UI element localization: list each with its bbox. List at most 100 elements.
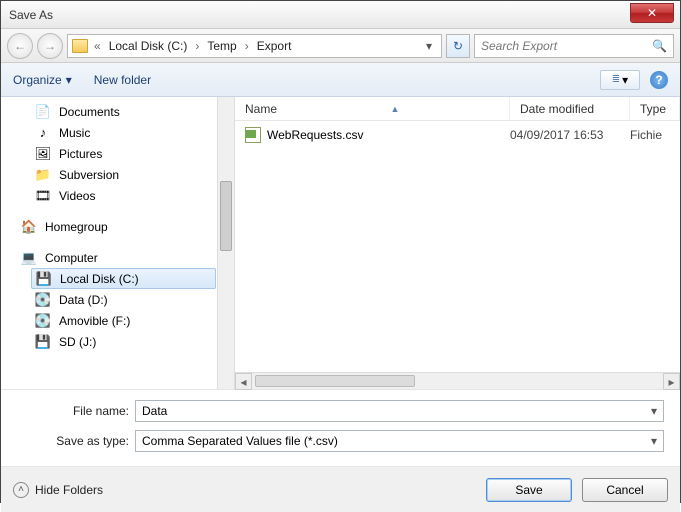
tree-item-label: Computer (45, 251, 98, 265)
main-area: 📄Documents ♪ Music 🖼 Pictures 📁 Subversion 🎞 Vid… (1, 97, 680, 389)
tree-item-icon: 💾 (35, 334, 51, 350)
breadcrumb-dropdown[interactable]: ▾ (421, 39, 437, 53)
tree-item-icon: 🖼 (35, 146, 51, 162)
tree-scrollbar[interactable] (217, 97, 234, 389)
column-date-label: Date modified (520, 102, 594, 116)
new-folder-button[interactable]: New folder (94, 73, 151, 87)
cancel-button[interactable]: Cancel (582, 478, 668, 502)
column-name-label: Name (245, 102, 277, 116)
new-folder-label: New folder (94, 73, 151, 87)
column-type-label: Type (640, 102, 666, 116)
title-bar: Save As ✕ (1, 1, 680, 29)
file-type: Fichie (630, 128, 680, 142)
tree-item[interactable]: 💾 SD (J:) (1, 331, 234, 352)
cancel-label: Cancel (606, 483, 643, 497)
tree-item[interactable]: 💻Computer (1, 247, 234, 268)
nav-bar: ← → « Local Disk (C:) › Temp › Export ▾ … (1, 29, 680, 63)
tree-item-label: Local Disk (C:) (60, 272, 139, 286)
search-placeholder: Search Export (481, 39, 557, 53)
chevron-up-icon: ˄ (13, 482, 29, 498)
tree-item[interactable]: 📁 Subversion (1, 164, 234, 185)
organize-label: Organize (13, 73, 62, 87)
tree-item-icon: 💽 (35, 313, 51, 329)
view-options-button[interactable]: ≣ ▾ (600, 70, 640, 90)
tree-item[interactable]: 💾 Local Disk (C:) (31, 268, 216, 289)
save-button[interactable]: Save (486, 478, 572, 502)
tree-item[interactable]: 🖼 Pictures (1, 143, 234, 164)
tree-item[interactable]: 📄Documents (1, 101, 234, 122)
toolbar: Organize ▾ New folder ≣ ▾ ? (1, 63, 680, 97)
refresh-icon: ↻ (453, 39, 463, 53)
back-button[interactable]: ← (7, 33, 33, 59)
tree-item[interactable]: 🏠 Homegroup (1, 216, 234, 237)
csv-file-icon (245, 127, 261, 143)
forward-icon: → (44, 39, 56, 53)
tree-item-label: Pictures (59, 147, 102, 161)
horizontal-scrollbar[interactable]: ◂ ▸ (235, 372, 680, 389)
column-type[interactable]: Type (630, 97, 680, 120)
breadcrumb-seg-2[interactable]: Export (251, 39, 298, 53)
search-input[interactable]: Search Export 🔍 (474, 34, 674, 58)
tree-item-label: Data (D:) (59, 293, 108, 307)
scroll-left-button[interactable]: ◂ (235, 373, 252, 390)
chevron-right-icon: › (193, 39, 201, 53)
scroll-right-button[interactable]: ▸ (663, 373, 680, 390)
organize-button[interactable]: Organize ▾ (13, 73, 72, 87)
form-area: File name: Data ▾ Save as type: Comma Se… (1, 389, 680, 466)
tree-item-icon: 🎞 (35, 188, 51, 204)
chevron-down-icon[interactable]: ▾ (651, 404, 657, 418)
chevron-down-icon: ▾ (622, 73, 628, 87)
refresh-button[interactable]: ↻ (446, 34, 470, 58)
file-pane: Name ▲ Date modified Type WebRequests.cs… (235, 97, 680, 389)
chevron-down-icon[interactable]: ▾ (651, 434, 657, 448)
footer: ˄ Hide Folders Save Cancel (1, 466, 680, 512)
tree-item-icon: 💽 (35, 292, 51, 308)
forward-button[interactable]: → (37, 33, 63, 59)
file-row[interactable]: WebRequests.csv 04/09/2017 16:53Fichie (235, 121, 680, 143)
hide-folders-label: Hide Folders (35, 483, 103, 497)
tree-item-label: Documents (59, 105, 120, 119)
tree-item[interactable]: 💽 Amovible (F:) (1, 310, 234, 331)
tree-item[interactable]: 🎞 Videos (1, 185, 234, 206)
tree-item[interactable]: 💽 Data (D:) (1, 289, 234, 310)
file-name: WebRequests.csv (267, 128, 364, 142)
back-icon: ← (14, 39, 26, 53)
breadcrumb-prefix: « (92, 39, 103, 53)
save-type-label: Save as type: (17, 434, 129, 448)
tree-item-label: Homegroup (45, 220, 108, 234)
close-button[interactable]: ✕ (630, 3, 674, 23)
breadcrumb-seg-0[interactable]: Local Disk (C:) (103, 39, 194, 53)
column-headers: Name ▲ Date modified Type (235, 97, 680, 121)
filename-value: Data (142, 404, 167, 418)
scrollbar-thumb[interactable] (255, 375, 415, 387)
save-type-select[interactable]: Comma Separated Values file (*.csv) ▾ (135, 430, 664, 452)
tree-item-label: Videos (59, 189, 95, 203)
breadcrumb-seg-1[interactable]: Temp (201, 39, 242, 53)
help-icon: ? (655, 73, 662, 87)
window-title: Save As (9, 8, 53, 22)
tree-item-icon: 💾 (36, 271, 52, 287)
file-date: 04/09/2017 16:53 (510, 128, 630, 142)
sort-asc-icon: ▲ (391, 104, 400, 114)
file-list: WebRequests.csv 04/09/2017 16:53Fichie (235, 121, 680, 372)
tree-item-icon: 📁 (35, 167, 51, 183)
help-button[interactable]: ? (650, 71, 668, 89)
tree-item-icon: 🏠 (21, 219, 37, 235)
chevron-right-icon: › (243, 39, 251, 53)
save-type-value: Comma Separated Values file (*.csv) (142, 434, 338, 448)
filename-label: File name: (17, 404, 129, 418)
scrollbar-thumb[interactable] (220, 181, 232, 251)
tree-item-label: SD (J:) (59, 335, 96, 349)
column-name[interactable]: Name ▲ (235, 97, 510, 120)
tree-item-label: Subversion (59, 168, 119, 182)
column-date[interactable]: Date modified (510, 97, 630, 120)
hide-folders-button[interactable]: ˄ Hide Folders (13, 482, 103, 498)
tree-item-label: Amovible (F:) (59, 314, 130, 328)
tree-item-label: Music (59, 126, 90, 140)
chevron-down-icon: ▾ (66, 73, 72, 87)
tree-item-icon: ♪ (35, 125, 51, 141)
close-icon: ✕ (647, 6, 657, 20)
filename-input[interactable]: Data ▾ (135, 400, 664, 422)
tree-item[interactable]: ♪ Music (1, 122, 234, 143)
breadcrumb[interactable]: « Local Disk (C:) › Temp › Export ▾ (67, 34, 442, 58)
